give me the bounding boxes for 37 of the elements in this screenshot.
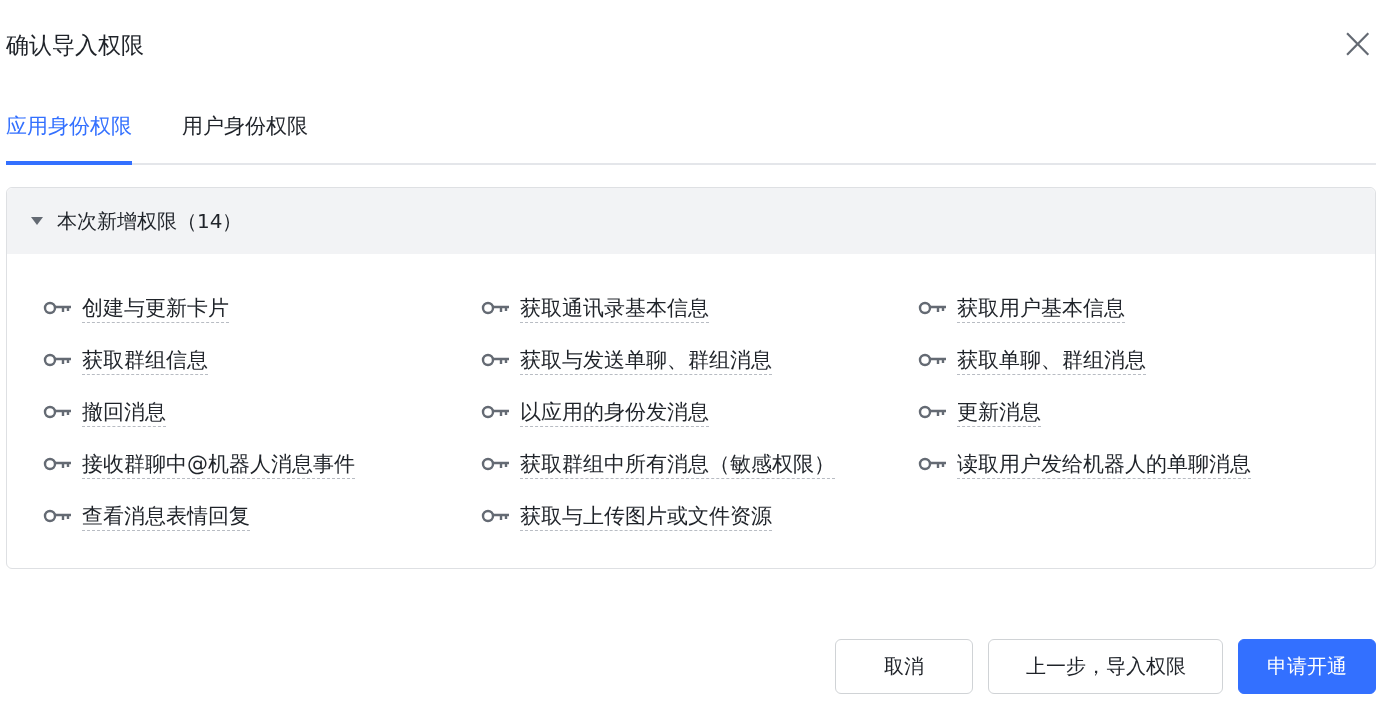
apply-button[interactable]: 申请开通 xyxy=(1238,639,1376,694)
key-icon xyxy=(918,301,948,315)
key-icon xyxy=(481,353,511,367)
permission-name: 撤回消息 xyxy=(82,397,166,427)
section-title: 本次新增权限（14） xyxy=(57,207,243,235)
tab[interactable]: 用户身份权限 xyxy=(182,90,308,165)
action-button[interactable]: 取消 xyxy=(835,639,973,694)
caret-icon xyxy=(31,216,43,226)
key-icon xyxy=(43,405,73,419)
permission-name: 获取与发送单聊、群组消息 xyxy=(520,345,772,375)
permission-name: 获取与上传图片或文件资源 xyxy=(520,501,772,531)
permission-name: 更新消息 xyxy=(957,397,1041,427)
key-icon xyxy=(481,457,511,471)
action-button[interactable]: 上一步，导入权限 xyxy=(988,639,1223,694)
permission-name: 以应用的身份发消息 xyxy=(520,397,709,427)
key-icon xyxy=(918,457,948,471)
permission-name: 获取单聊、群组消息 xyxy=(957,345,1146,375)
key-icon xyxy=(43,457,73,471)
section-header[interactable]: 本次新增权限（14） xyxy=(7,188,1375,254)
permission-name: 查看消息表情回复 xyxy=(82,501,250,531)
key-icon xyxy=(918,353,948,367)
key-icon xyxy=(43,301,73,315)
key-icon xyxy=(481,509,511,523)
key-icon xyxy=(43,353,73,367)
permission-name: 读取用户发给机器人的单聊消息 xyxy=(957,449,1251,479)
permission-name: 创建与更新卡片 xyxy=(82,293,229,323)
permission-name: 获取群组信息 xyxy=(82,345,208,375)
permission-name: 获取群组中所有消息（敏感权限） xyxy=(520,449,835,479)
key-icon xyxy=(43,509,73,523)
tab[interactable]: 应用身份权限 xyxy=(6,90,132,165)
key-icon xyxy=(481,405,511,419)
key-icon xyxy=(918,405,948,419)
permission-name: 获取通讯录基本信息 xyxy=(520,293,709,323)
permission-name: 获取用户基本信息 xyxy=(957,293,1125,323)
dialog-title: 确认导入权限 xyxy=(6,30,144,60)
permission-name: 接收群聊中@机器人消息事件 xyxy=(82,449,355,479)
key-icon xyxy=(481,301,511,315)
